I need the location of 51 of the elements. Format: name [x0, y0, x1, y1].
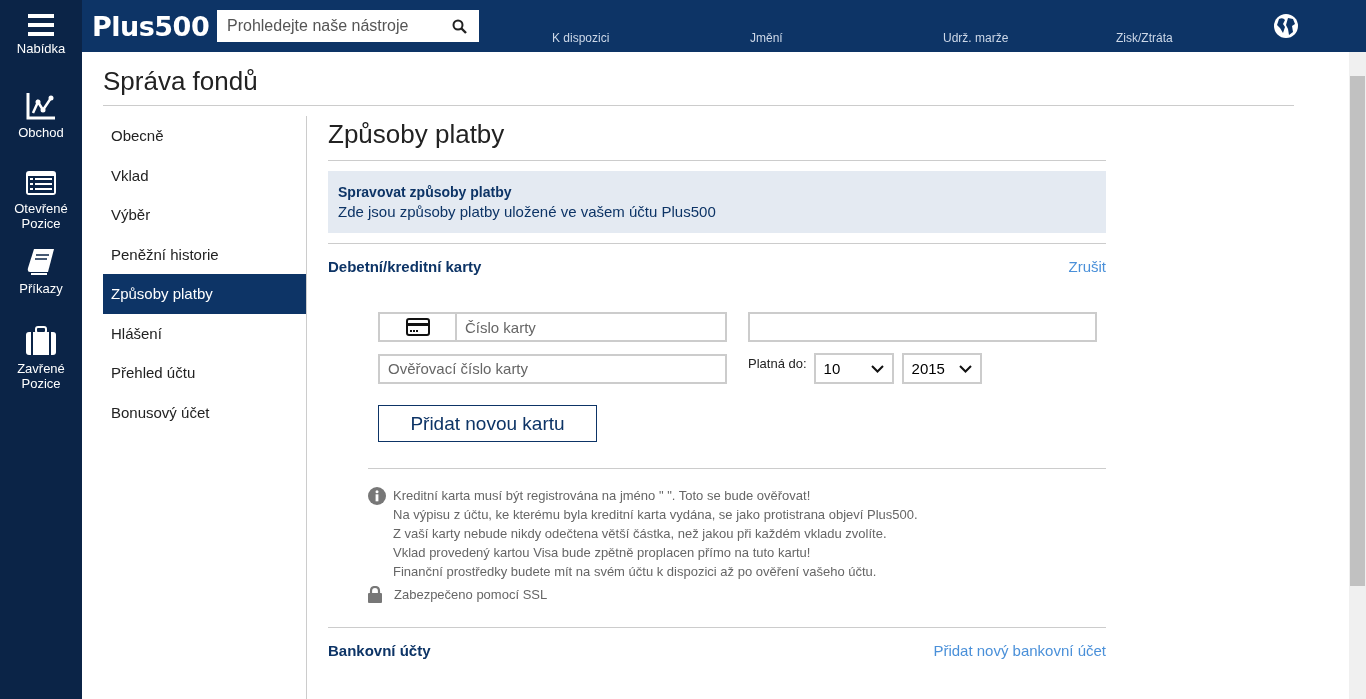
info-icon: [368, 487, 386, 505]
search-field[interactable]: Prohledejte naše nástroje: [217, 10, 479, 42]
nav-label[interactable]: Příkazy: [6, 281, 76, 296]
menu-item[interactable]: Hlášení: [103, 313, 306, 353]
search-icon[interactable]: [452, 19, 467, 34]
credit-card-icon: [405, 318, 430, 336]
menu-item[interactable]: Výběr: [103, 195, 306, 235]
menu-item[interactable]: Vklad: [103, 155, 306, 195]
nav-label[interactable]: Zavřené Pozice: [6, 361, 76, 391]
menu-item[interactable]: Způsoby platby: [103, 274, 306, 314]
nav-label[interactable]: Otevřené Pozice: [6, 201, 76, 231]
account-stat-label: K dispozici: [552, 31, 611, 45]
note-text: Z vaší karty nebude nikdy odečtena větší částka, než jakou při každém vkladu zvolíte.: [393, 525, 888, 543]
year-select[interactable]: 2015: [901, 353, 982, 384]
book-icon[interactable]: [26, 248, 56, 276]
menu-item[interactable]: Peněžní historie: [103, 234, 306, 274]
info-text: Zde jsou způsoby platby uložené ve vašem účtu Plus500: [338, 203, 717, 220]
info-title: Spravovat způsoby platby: [338, 184, 513, 200]
account-stat-label: Jmění: [750, 31, 784, 45]
cvv-field[interactable]: Ověřovací číslo karty: [378, 353, 727, 384]
lock-icon: [368, 586, 382, 603]
add-card-button[interactable]: Přidat novou kartu: [378, 405, 597, 442]
nav-label[interactable]: Obchod: [6, 125, 76, 140]
line-chart-icon[interactable]: [26, 92, 56, 120]
list-icon[interactable]: [25, 170, 57, 196]
note-text: Finanční prostředky budete mít na svém účtu k dispozici až po ověření vašeho účtu.: [393, 563, 878, 581]
chevron-down-icon: [958, 364, 972, 373]
menu-item[interactable]: Přehled účtu: [103, 353, 306, 393]
logo[interactable]: Plus500: [92, 10, 208, 42]
globe-icon[interactable]: [1273, 13, 1299, 39]
note-text: Kreditní karta musí být registrována na jméno " ". Toto se bude ověřovat!: [393, 487, 812, 505]
menu-item[interactable]: Bonusový účet: [103, 392, 306, 432]
section-heading: Debetní/kreditní karty: [328, 258, 482, 275]
page-title: Správa fondů: [103, 66, 1294, 106]
note-text: Na výpisu z účtu, ke kterému byla kreditní karta vydána, se jako protistrana objeví Plus500.: [393, 506, 918, 524]
note-text: Vklad provedený kartou Visa bude zpětně proplacen přímo na tuto kartu!: [393, 544, 812, 562]
section-heading: Bankovní účty: [328, 642, 431, 659]
menu-item[interactable]: Obecně: [103, 116, 306, 156]
account-stat-label: Zisk/Ztráta: [1116, 31, 1174, 45]
text-field[interactable]: [748, 312, 1097, 342]
card-number-field[interactable]: Číslo karty: [378, 312, 727, 342]
scrollbar[interactable]: [1349, 52, 1366, 699]
nav-label[interactable]: Nabídka: [6, 41, 76, 56]
section-title: Způsoby platby: [328, 119, 1106, 161]
menu-icon[interactable]: [28, 14, 54, 36]
expiry-label: Platná do:: [748, 356, 807, 371]
ssl-text: Zabezpečeno pomocí SSL: [394, 587, 548, 602]
briefcase-icon[interactable]: [25, 326, 57, 356]
account-stat-label: Udrž. marže: [943, 31, 1010, 45]
chevron-down-icon: [870, 364, 884, 373]
month-select[interactable]: 10: [813, 353, 894, 384]
